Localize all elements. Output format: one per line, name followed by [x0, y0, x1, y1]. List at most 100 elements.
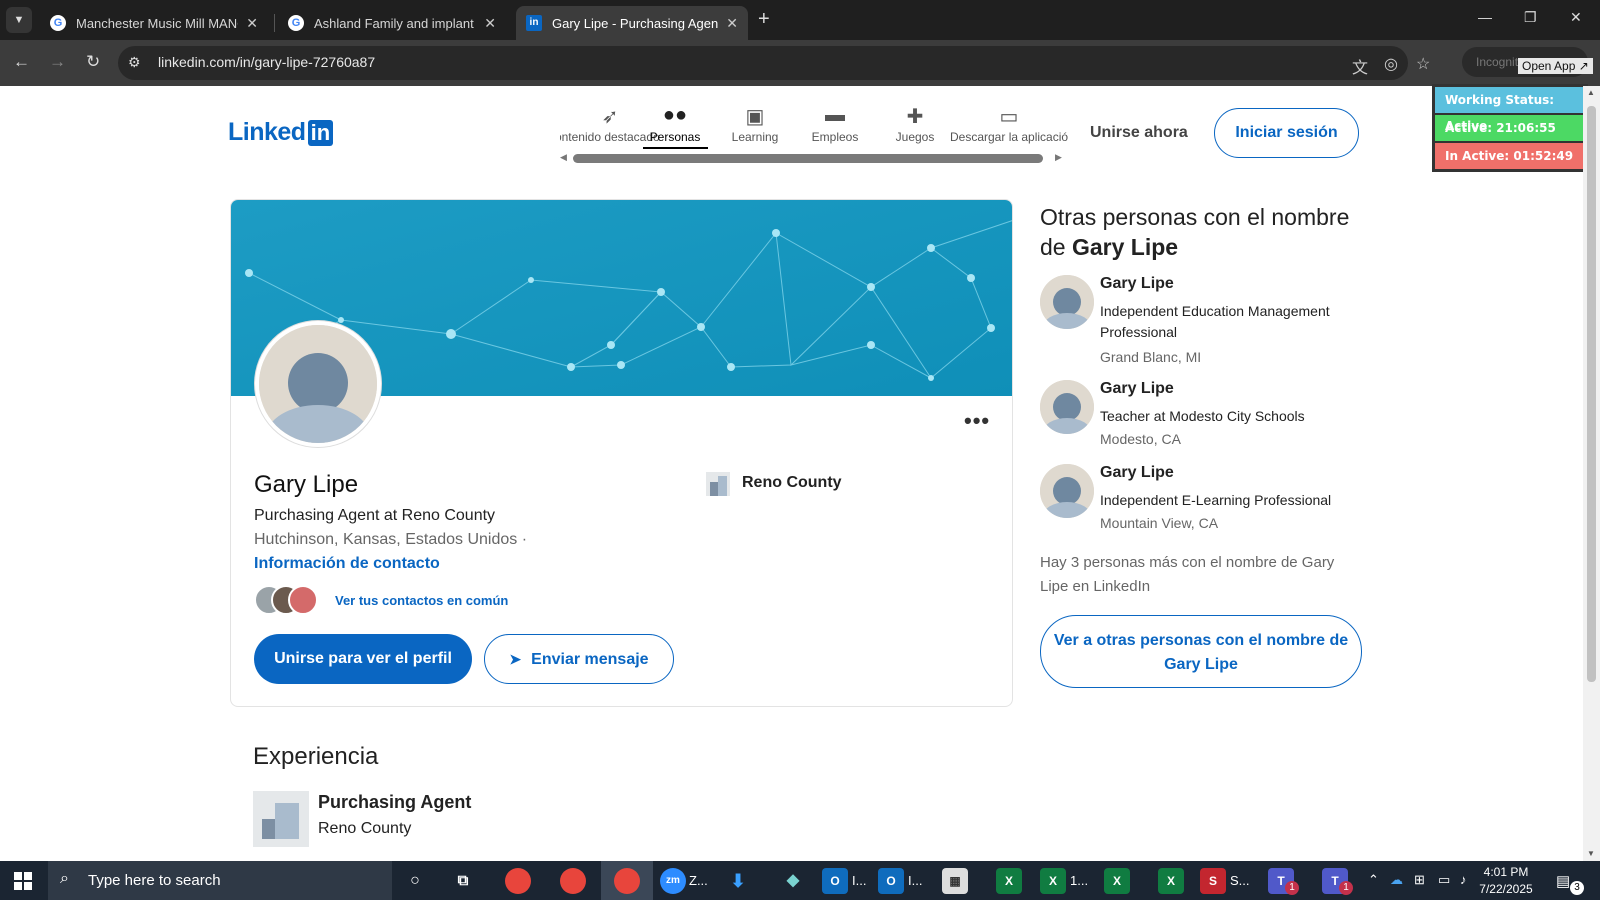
nav-active-underline: [643, 147, 708, 149]
person-role: Independent Education Management Profess…: [1100, 303, 1330, 340]
network-icon[interactable]: ▭: [1438, 872, 1450, 888]
experience-heading: Experiencia: [253, 743, 379, 770]
mutual-connection-avatars[interactable]: [254, 585, 326, 615]
download-icon[interactable]: ⬇: [725, 868, 751, 894]
reload-icon[interactable]: ↻: [86, 52, 100, 72]
list-item[interactable]: Gary Lipe Independent Education Manageme…: [1040, 275, 1370, 365]
site-info-icon[interactable]: ⚙: [128, 54, 141, 71]
outlook-icon[interactable]: O: [822, 868, 848, 894]
back-icon[interactable]: ←: [13, 52, 30, 72]
join-to-view-profile-button[interactable]: Unirse para ver el perfil: [254, 634, 472, 684]
nav-learning[interactable]: ▣ Learning: [710, 104, 800, 144]
send-message-button[interactable]: ➤ Enviar mensaje: [484, 634, 674, 684]
calculator-icon[interactable]: ▦: [942, 868, 968, 894]
excel-icon[interactable]: X: [996, 868, 1022, 894]
nav-label: Empleos: [811, 130, 859, 144]
scrollbar-thumb[interactable]: [1587, 106, 1596, 682]
experience-role[interactable]: Purchasing Agent: [318, 792, 471, 813]
browser-tab[interactable]: Ashland Family and implant De ✕: [278, 6, 506, 40]
app-diamond-icon[interactable]: ◆: [780, 868, 806, 894]
browser-toolbar: ← → ↻ ⚙ linkedin.com/in/gary-lipe-72760a…: [0, 40, 1600, 86]
person-location: Mountain View, CA: [1100, 515, 1219, 531]
page-scrollbar[interactable]: ▲ ▼: [1583, 86, 1600, 861]
current-company-link[interactable]: Reno County: [742, 474, 842, 492]
linkedin-logo[interactable]: Linked in: [228, 118, 334, 147]
see-other-people-button[interactable]: Ver a otras personas con el nombre de Ga…: [1040, 615, 1362, 688]
title-name: Gary Lipe: [1071, 234, 1179, 260]
system-clock[interactable]: 4:01 PM 7/22/2025: [1466, 864, 1546, 898]
windows-taskbar: ⌕ Type here to search ○ ⧉ zm Z... ⬇ ◆ O …: [0, 861, 1600, 900]
zoom-icon[interactable]: zm: [660, 868, 686, 894]
people-icon: ●●: [662, 104, 688, 126]
chrome-icon[interactable]: [614, 868, 640, 894]
clock-time: 4:01 PM: [1483, 865, 1529, 879]
search-icon: ⌕: [60, 870, 69, 887]
nav-label: Learning: [731, 130, 779, 144]
nav-download-app[interactable]: ▭ Descargar la aplicación: [950, 104, 1068, 144]
window-close-icon[interactable]: ✕: [1570, 9, 1582, 26]
more-options-icon[interactable]: •••: [964, 408, 990, 434]
nav-label: Descargar la aplicación: [950, 130, 1068, 144]
excel-icon[interactable]: X: [1104, 868, 1130, 894]
eye-off-icon[interactable]: ◎: [1384, 54, 1398, 74]
profile-card: [230, 199, 1013, 707]
default-avatar-icon: [259, 325, 377, 443]
nav-people[interactable]: ●● Personas: [630, 104, 720, 144]
join-now-link[interactable]: Unirse ahora: [1090, 124, 1188, 142]
nav-jobs[interactable]: ▬ Empleos: [790, 104, 880, 144]
chevron-up-icon[interactable]: ⌃: [1368, 872, 1379, 888]
linkedin-icon: [526, 15, 542, 31]
close-icon[interactable]: ✕: [484, 15, 496, 32]
scroll-right-icon[interactable]: ▶: [1055, 152, 1062, 163]
chrome-icon[interactable]: [560, 868, 586, 894]
excel-icon[interactable]: X: [1158, 868, 1184, 894]
list-item[interactable]: Gary Lipe Teacher at Modesto City School…: [1040, 380, 1370, 450]
nav-scrollbar[interactable]: [573, 154, 1043, 163]
active-timer: Active: 21:06:55: [1435, 115, 1585, 141]
nav-games[interactable]: ✚ Juegos: [870, 104, 960, 144]
browser-tab[interactable]: Manchester Music Mill MANCH ✕: [40, 6, 268, 40]
avatar: [288, 585, 318, 615]
sign-in-button[interactable]: Iniciar sesión: [1214, 108, 1359, 158]
send-message-label: Enviar mensaje: [531, 651, 649, 668]
tab-search-button[interactable]: ▼: [6, 7, 32, 33]
security-icon[interactable]: ⊞: [1414, 872, 1425, 888]
scroll-up-icon[interactable]: ▲: [1587, 88, 1595, 97]
restore-icon[interactable]: ❐: [1524, 9, 1537, 26]
translate-icon[interactable]: 文: [1352, 54, 1368, 78]
close-icon[interactable]: ✕: [726, 15, 738, 32]
new-tab-button[interactable]: +: [758, 8, 770, 31]
avatar: [1040, 464, 1094, 518]
company-logo-icon[interactable]: [253, 791, 309, 847]
taskbar-search[interactable]: ⌕ Type here to search: [48, 861, 392, 900]
experience-org: Reno County: [318, 820, 412, 837]
profile-name: Gary Lipe: [254, 471, 359, 498]
onedrive-icon[interactable]: ☁: [1390, 872, 1403, 888]
browser-tab-active[interactable]: Gary Lipe - Purchasing Agent at ✕: [516, 6, 748, 40]
minimize-icon[interactable]: —: [1478, 9, 1492, 25]
notifications-icon[interactable]: ▤: [1556, 872, 1570, 890]
excel-icon[interactable]: X: [1040, 868, 1066, 894]
list-item[interactable]: Gary Lipe Independent E-Learning Profess…: [1040, 464, 1370, 534]
company-logo-icon[interactable]: [706, 472, 730, 496]
outlook-icon[interactable]: O: [878, 868, 904, 894]
bookmark-star-icon[interactable]: ☆: [1416, 54, 1430, 74]
chrome-icon[interactable]: [505, 868, 531, 894]
mutual-connections-link[interactable]: Ver tus contactos en común: [335, 593, 508, 608]
task-view-icon[interactable]: ⧉: [450, 868, 476, 894]
forward-icon[interactable]: →: [49, 52, 66, 72]
taskbar-label: I...: [852, 873, 867, 888]
url-text[interactable]: linkedin.com/in/gary-lipe-72760a87: [158, 54, 375, 70]
cortana-icon[interactable]: ○: [402, 868, 428, 894]
app-s-icon[interactable]: S: [1200, 868, 1226, 894]
address-bar[interactable]: ⚙ linkedin.com/in/gary-lipe-72760a87 文 ◎…: [118, 46, 1430, 80]
open-app-button[interactable]: Open App ↗: [1518, 58, 1593, 74]
google-icon: [288, 15, 304, 31]
contact-info-link[interactable]: Información de contacto: [254, 555, 440, 573]
send-icon: ➤: [509, 651, 522, 667]
scroll-down-icon[interactable]: ▼: [1587, 849, 1595, 858]
windows-start-icon[interactable]: [14, 872, 32, 890]
puzzle-icon: ✚: [906, 106, 924, 128]
scroll-left-icon[interactable]: ◀: [560, 152, 567, 163]
close-icon[interactable]: ✕: [246, 15, 258, 32]
